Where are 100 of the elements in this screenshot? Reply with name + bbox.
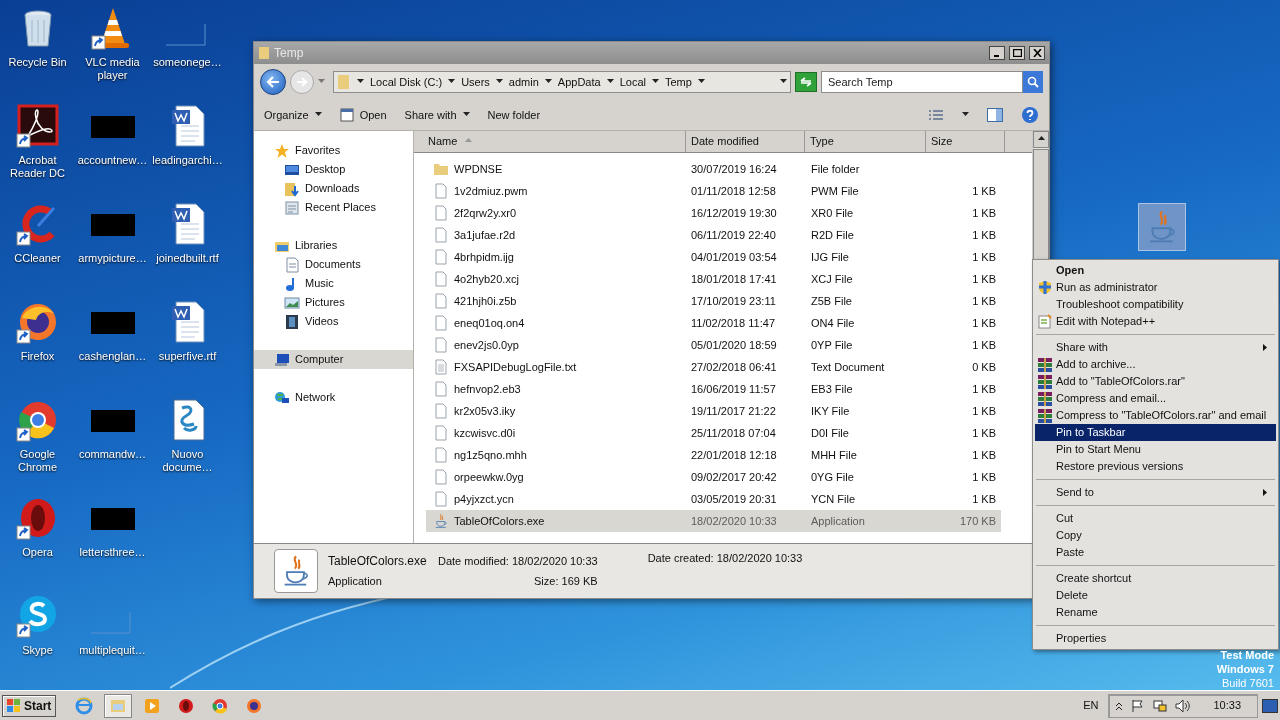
menu-item[interactable]: Send to: [1035, 484, 1276, 501]
icon-label[interactable]: someonege…: [150, 56, 225, 69]
icon-label[interactable]: lettersthree…: [75, 546, 150, 559]
icon-label[interactable]: Recycle Bin: [0, 56, 75, 69]
minimize-button[interactable]: [989, 46, 1005, 60]
toolbar-button[interactable]: New folder: [487, 106, 541, 124]
breadcrumb[interactable]: admin: [508, 73, 539, 91]
back-button[interactable]: [260, 69, 286, 95]
menu-item[interactable]: Pin to Taskbar: [1035, 424, 1276, 441]
file-row[interactable]: TableOfColors.exe 18/02/2020 10:33 Application 170 KB: [426, 510, 1001, 532]
menu-item[interactable]: Rename: [1035, 604, 1276, 621]
icon-label[interactable]: cashenglan…: [75, 350, 150, 363]
search-button[interactable]: [1023, 71, 1043, 93]
icon-label[interactable]: accountnew…: [75, 154, 150, 167]
menu-item[interactable]: Delete: [1035, 587, 1276, 604]
column-header[interactable]: Size: [926, 131, 1005, 152]
toolbar-button[interactable]: Open: [339, 106, 387, 124]
icon-label[interactable]: armypicture…: [75, 252, 150, 265]
help-icon[interactable]: [1021, 106, 1039, 124]
nav-item[interactable]: Videos: [254, 312, 413, 331]
file-row[interactable]: kzcwisvc.d0i 25/11/2018 07:04 D0I File 1 KB: [426, 422, 1001, 444]
breadcrumb[interactable]: Users: [461, 73, 490, 91]
search-field[interactable]: Search Temp: [821, 71, 1023, 93]
column-header[interactable]: Date modified: [686, 131, 805, 152]
file-row[interactable]: WPDNSE 30/07/2019 16:24 File folder: [426, 158, 1001, 180]
file-row[interactable]: eneq01oq.on4 11/02/2018 11:47 ON4 File 1 KB: [426, 312, 1001, 334]
address-bar[interactable]: Local Disk (C:) Users admin AppData Local Temp: [333, 71, 791, 93]
icon-label[interactable]: multiplequit…: [75, 644, 150, 657]
icon-label[interactable]: CCleaner: [0, 252, 75, 265]
nav-item[interactable]: Documents: [254, 255, 413, 274]
nav-item[interactable]: Computer: [254, 350, 413, 369]
nav-item[interactable]: Favorites: [254, 141, 413, 160]
menu-item[interactable]: Compress to "TableOfColors.rar" and email: [1035, 407, 1276, 424]
close-button[interactable]: [1029, 46, 1045, 60]
menu-item[interactable]: Restore previous versions: [1035, 458, 1276, 475]
menu-item[interactable]: Copy: [1035, 527, 1276, 544]
toolbar-button[interactable]: Share with: [404, 106, 470, 124]
icon-label[interactable]: Acrobat Reader DC: [0, 154, 75, 180]
file-row[interactable]: 4o2hyb20.xcj 18/01/2018 17:41 XCJ File 1 KB: [426, 268, 1001, 290]
nav-item[interactable]: Pictures: [254, 293, 413, 312]
breadcrumb[interactable]: Local: [619, 73, 646, 91]
icon-label[interactable]: VLC media player: [75, 56, 150, 82]
network-icon[interactable]: [1153, 698, 1168, 713]
chevron-up-icon[interactable]: [1115, 700, 1124, 711]
menu-item[interactable]: Add to archive...: [1035, 356, 1276, 373]
preview-pane-icon[interactable]: [987, 108, 1003, 122]
nav-item[interactable]: Libraries: [254, 236, 413, 255]
icon-label[interactable]: Skype: [0, 644, 75, 657]
menu-item[interactable]: Run as administrator: [1035, 279, 1276, 296]
show-desktop-button[interactable]: [1262, 698, 1278, 713]
file-row[interactable]: 4brhpidm.ijg 04/01/2019 03:54 IJG File 1 KB: [426, 246, 1001, 268]
column-header[interactable]: Type: [805, 131, 926, 152]
file-row[interactable]: FXSAPIDebugLogFile.txt 27/02/2018 06:41 Text Document 0 KB: [426, 356, 1001, 378]
breadcrumb[interactable]: Local Disk (C:): [370, 73, 443, 91]
file-row[interactable]: p4yjxzct.ycn 03/05/2019 20:31 YCN File 1 KB: [426, 488, 1001, 510]
icon-label[interactable]: leadingarchi…: [150, 154, 225, 167]
file-row[interactable]: 2f2qrw2y.xr0 16/12/2019 19:30 XR0 File 1 KB: [426, 202, 1001, 224]
breadcrumb[interactable]: Temp: [664, 73, 692, 91]
icon-label[interactable]: superfive.rtf: [150, 350, 225, 363]
file-row[interactable]: 3a1jufae.r2d 06/11/2019 22:40 R2D File 1 KB: [426, 224, 1001, 246]
menu-item[interactable]: Properties: [1035, 630, 1276, 647]
start-button[interactable]: Start: [2, 694, 57, 717]
file-row[interactable]: 1v2dmiuz.pwm 01/11/2018 12:58 PWM File 1 KB: [426, 180, 1001, 202]
nav-item[interactable]: Network: [254, 388, 413, 407]
menu-item[interactable]: Paste: [1035, 544, 1276, 561]
icon-label[interactable]: Nuovo docume…: [150, 448, 225, 474]
flag-icon[interactable]: [1131, 698, 1146, 713]
nav-item[interactable]: Recent Places: [254, 198, 413, 217]
icon-label[interactable]: Google Chrome: [0, 448, 75, 474]
column-header[interactable]: Name: [414, 131, 686, 152]
menu-item[interactable]: Pin to Start Menu: [1035, 441, 1276, 458]
icon-label[interactable]: Opera: [0, 546, 75, 559]
language-indicator[interactable]: EN: [1083, 697, 1099, 714]
file-row[interactable]: 421hjh0i.z5b 17/10/2019 23:11 Z5B File 1 KB: [426, 290, 1001, 312]
nav-item[interactable]: Desktop: [254, 160, 413, 179]
menu-item[interactable]: Edit with Notepad++: [1035, 313, 1276, 330]
nav-item[interactable]: Music: [254, 274, 413, 293]
refresh-button[interactable]: [795, 72, 817, 92]
file-row[interactable]: ng1z5qno.mhh 22/01/2018 12:18 MHH File 1 KB: [426, 444, 1001, 466]
menu-item[interactable]: Compress and email...: [1035, 390, 1276, 407]
file-row[interactable]: hefnvop2.eb3 16/06/2019 11:57 EB3 File 1 KB: [426, 378, 1001, 400]
menu-item[interactable]: Share with: [1035, 339, 1276, 356]
icon-label[interactable]: Firefox: [0, 350, 75, 363]
toolbar-button[interactable]: Organize: [264, 106, 322, 124]
folder-icon[interactable]: [104, 693, 133, 718]
icon-label[interactable]: joinedbuilt.rtf: [150, 252, 225, 265]
icon-label[interactable]: commandw…: [75, 448, 150, 461]
nav-item[interactable]: Downloads: [254, 179, 413, 198]
menu-item[interactable]: Create shortcut: [1035, 570, 1276, 587]
volume-icon[interactable]: [1175, 698, 1192, 713]
menu-item[interactable]: Open: [1035, 262, 1276, 279]
file-row[interactable]: kr2x05v3.iky 19/11/2017 21:22 IKY File 1 KB: [426, 400, 1001, 422]
menu-item[interactable]: Troubleshoot compatibility: [1035, 296, 1276, 313]
file-row[interactable]: enev2js0.0yp 05/01/2020 18:59 0YP File 1 KB: [426, 334, 1001, 356]
menu-item[interactable]: Add to "TableOfColors.rar": [1035, 373, 1276, 390]
menu-item[interactable]: Cut: [1035, 510, 1276, 527]
maximize-button[interactable]: [1009, 46, 1025, 60]
clock[interactable]: 10:33: [1213, 697, 1241, 714]
file-row[interactable]: orpeewkw.0yg 09/02/2017 20:42 0YG File 1 KB: [426, 466, 1001, 488]
breadcrumb[interactable]: AppData: [557, 73, 601, 91]
